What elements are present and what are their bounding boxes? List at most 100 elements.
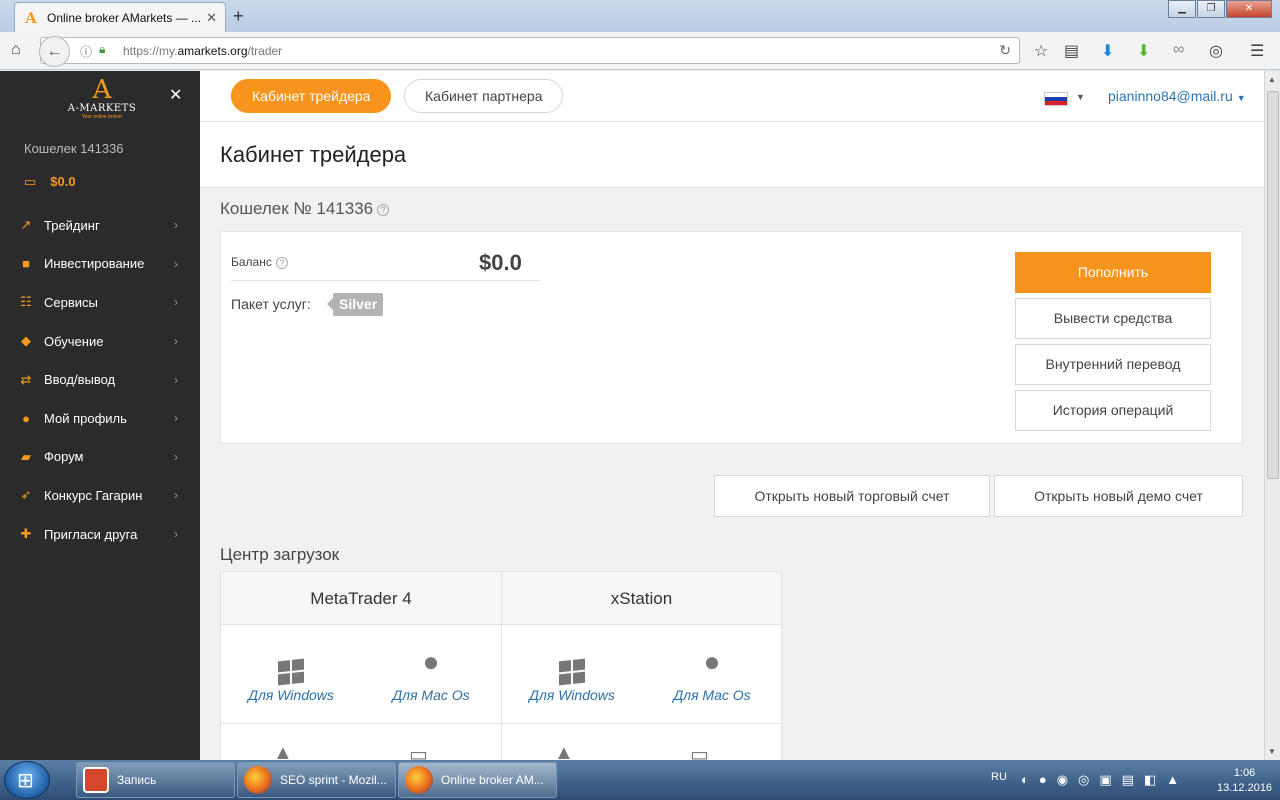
scroll-down-icon[interactable]: ▼ bbox=[1268, 747, 1276, 756]
android-icon[interactable]: ▲ bbox=[554, 742, 574, 760]
address-bar[interactable]: ← ⓘ 🔒︎ https://my.amarkets.org/trader ↻ bbox=[39, 36, 1020, 67]
window-close-button[interactable]: ✕ bbox=[1226, 0, 1272, 18]
sidebar-item-trading[interactable]: ↗ Трейдинг › bbox=[0, 206, 200, 245]
taskbar-item-amarkets[interactable]: Online broker AM... bbox=[398, 762, 557, 798]
info-icon[interactable]: ⓘ bbox=[80, 43, 92, 60]
download-xstation-windows[interactable]: Для Windows bbox=[502, 645, 642, 703]
sidebar-item-label: Пригласи друга bbox=[44, 526, 138, 542]
download-link[interactable]: Для Windows bbox=[221, 687, 361, 703]
extension-icon[interactable]: ∞ bbox=[1173, 41, 1184, 59]
help-icon[interactable]: ? bbox=[377, 203, 390, 216]
gift-icon: ✚ bbox=[20, 526, 32, 542]
download-xstation-mac[interactable]: ● Для Mac Os bbox=[642, 645, 782, 703]
web-terminal-icon[interactable]: ▭ bbox=[409, 742, 428, 760]
sidebar-item-label: Трейдинг bbox=[44, 217, 100, 233]
amarkets-favicon-icon: A bbox=[25, 8, 37, 27]
deposit-button[interactable]: Пополнить bbox=[1015, 252, 1211, 293]
sync-icon[interactable]: ◎ bbox=[1209, 41, 1223, 61]
tab-partner-cabinet[interactable]: Кабинет партнера bbox=[404, 79, 564, 113]
sidebar-close-icon[interactable]: ✕ bbox=[169, 85, 182, 105]
tab-close-icon[interactable]: ✕ bbox=[206, 10, 217, 26]
taskbar-item-label: Online broker AM... bbox=[441, 773, 544, 787]
download-link[interactable]: Для Mac Os bbox=[361, 687, 501, 703]
sidebar-item-services[interactable]: ☷ Сервисы › bbox=[0, 283, 200, 322]
firefox-icon bbox=[244, 766, 272, 794]
reload-icon[interactable]: ↻ bbox=[999, 42, 1011, 59]
withdraw-button[interactable]: Вывести средства bbox=[1015, 298, 1211, 339]
clock[interactable]: 1:06 13.12.2016 bbox=[1217, 766, 1272, 796]
open-trading-account-button[interactable]: Открыть новый торговый счет bbox=[714, 475, 990, 517]
amarkets-logo[interactable]: A A-MARKETS Your online broker bbox=[66, 77, 138, 120]
download-link[interactable]: Для Windows bbox=[502, 687, 642, 703]
user-icon: ● bbox=[22, 410, 30, 426]
chevron-right-icon: › bbox=[174, 488, 178, 503]
sidebar-item-investing[interactable]: ■ Инвестирование › bbox=[0, 245, 200, 284]
sidebar-item-forum[interactable]: ▰ Форум › bbox=[0, 438, 200, 477]
operations-history-button[interactable]: История операций bbox=[1015, 390, 1211, 431]
platform-name: xStation bbox=[502, 572, 781, 625]
platform-name: MetaTrader 4 bbox=[221, 572, 501, 625]
download-column-mt4: MetaTrader 4 Для Windows ● Для Mac Os ▲ … bbox=[221, 572, 501, 760]
tray-icons[interactable]: ◐●◉◎▣▤◧▲ bbox=[1021, 772, 1189, 788]
clock-date: 13.12.2016 bbox=[1217, 782, 1273, 794]
download-icon[interactable]: ⬇ bbox=[1101, 41, 1114, 61]
sidebar-item-profile[interactable]: ● Мой профиль › bbox=[0, 399, 200, 438]
language-dropdown-caret-icon[interactable]: ▼ bbox=[1076, 92, 1085, 102]
download-row: Для Windows ● Для Mac Os bbox=[502, 625, 781, 724]
bookmark-star-icon[interactable]: ☆ bbox=[1034, 41, 1048, 61]
russian-flag-icon[interactable] bbox=[1044, 92, 1068, 106]
sidebar-wallet-label: Кошелек 141336 bbox=[24, 141, 124, 156]
chevron-right-icon: › bbox=[174, 256, 178, 271]
internal-transfer-button[interactable]: Внутренний перевод bbox=[1015, 344, 1211, 385]
hamburger-menu-icon[interactable]: ☰ bbox=[1250, 41, 1264, 61]
help-icon[interactable]: ? bbox=[275, 256, 288, 269]
new-tab-button[interactable]: + bbox=[233, 6, 244, 27]
sidebar-item-invite-friend[interactable]: ✚ Пригласи друга › bbox=[0, 515, 200, 554]
page-title: Кабинет трейдера bbox=[220, 142, 407, 167]
back-button[interactable]: ← bbox=[39, 36, 70, 67]
sidebar: A A-MARKETS Your online broker ✕ Кошелек… bbox=[0, 71, 200, 760]
scrollbar-thumb[interactable] bbox=[1267, 91, 1279, 479]
maximize-button[interactable]: ❐ bbox=[1197, 0, 1225, 18]
record-app-icon bbox=[83, 767, 109, 793]
sidebar-item-deposit-withdraw[interactable]: ⇄ Ввод/вывод › bbox=[0, 360, 200, 399]
scroll-up-icon[interactable]: ▲ bbox=[1268, 75, 1276, 84]
divider bbox=[231, 280, 541, 281]
tab-trader-cabinet[interactable]: Кабинет трейдера bbox=[231, 79, 392, 113]
sidebar-item-label: Обучение bbox=[44, 333, 104, 349]
clock-time: 1:06 bbox=[1233, 767, 1256, 779]
minimize-button[interactable]: ▁ bbox=[1168, 0, 1196, 18]
download-link[interactable]: Для Mac Os bbox=[642, 687, 782, 703]
download-mt4-mac[interactable]: ● Для Mac Os bbox=[361, 645, 501, 703]
system-tray: RU ◐●◉◎▣▤◧▲ 1:06 13.12.2016 bbox=[975, 760, 1280, 800]
wallet-icon: ▭ bbox=[24, 174, 37, 189]
logo-mark-icon: A bbox=[92, 75, 112, 105]
sidebar-item-label: Конкурс Гагарин bbox=[44, 487, 143, 503]
sidebar-item-education[interactable]: ◆ Обучение › bbox=[0, 322, 200, 361]
chevron-right-icon: › bbox=[174, 372, 178, 387]
download-helper-icon[interactable]: ⬇ bbox=[1137, 41, 1150, 61]
url-text[interactable]: https://my.amarkets.org/trader bbox=[123, 44, 282, 58]
web-terminal-icon[interactable]: ▭ bbox=[690, 742, 709, 760]
android-icon[interactable]: ▲ bbox=[273, 742, 293, 760]
apple-icon: ● bbox=[422, 646, 440, 677]
page-scrollbar[interactable]: ▲ ▼ bbox=[1264, 71, 1280, 760]
reading-list-icon[interactable]: ▤ bbox=[1064, 41, 1079, 61]
taskbar-item-recording[interactable]: Запись bbox=[76, 762, 235, 798]
taskbar-item-seo-sprint[interactable]: SEO sprint - Mozil... bbox=[237, 762, 396, 798]
user-email-menu[interactable]: pianinno84@mail.ru ▼ bbox=[1108, 88, 1246, 104]
chevron-right-icon: › bbox=[174, 218, 178, 233]
package-badge: Silver bbox=[326, 293, 384, 316]
sidebar-item-gagarin-contest[interactable]: ➶ Конкурс Гагарин › bbox=[0, 476, 200, 515]
home-icon[interactable]: ⌂ bbox=[11, 41, 21, 59]
chevron-right-icon: › bbox=[174, 334, 178, 349]
language-indicator[interactable]: RU bbox=[991, 771, 1007, 783]
window-controls: ▁ ❐ ✕ bbox=[1167, 0, 1272, 18]
start-button[interactable] bbox=[4, 761, 50, 799]
open-demo-account-button[interactable]: Открыть новый демо счет bbox=[994, 475, 1243, 517]
download-mt4-windows[interactable]: Для Windows bbox=[221, 645, 361, 703]
sliders-icon: ☷ bbox=[20, 294, 32, 310]
logo-text: A-MARKETS bbox=[67, 103, 137, 114]
browser-tab[interactable]: A Online broker AMarkets — ... ✕ bbox=[14, 2, 226, 32]
sidebar-item-label: Сервисы bbox=[44, 294, 98, 310]
